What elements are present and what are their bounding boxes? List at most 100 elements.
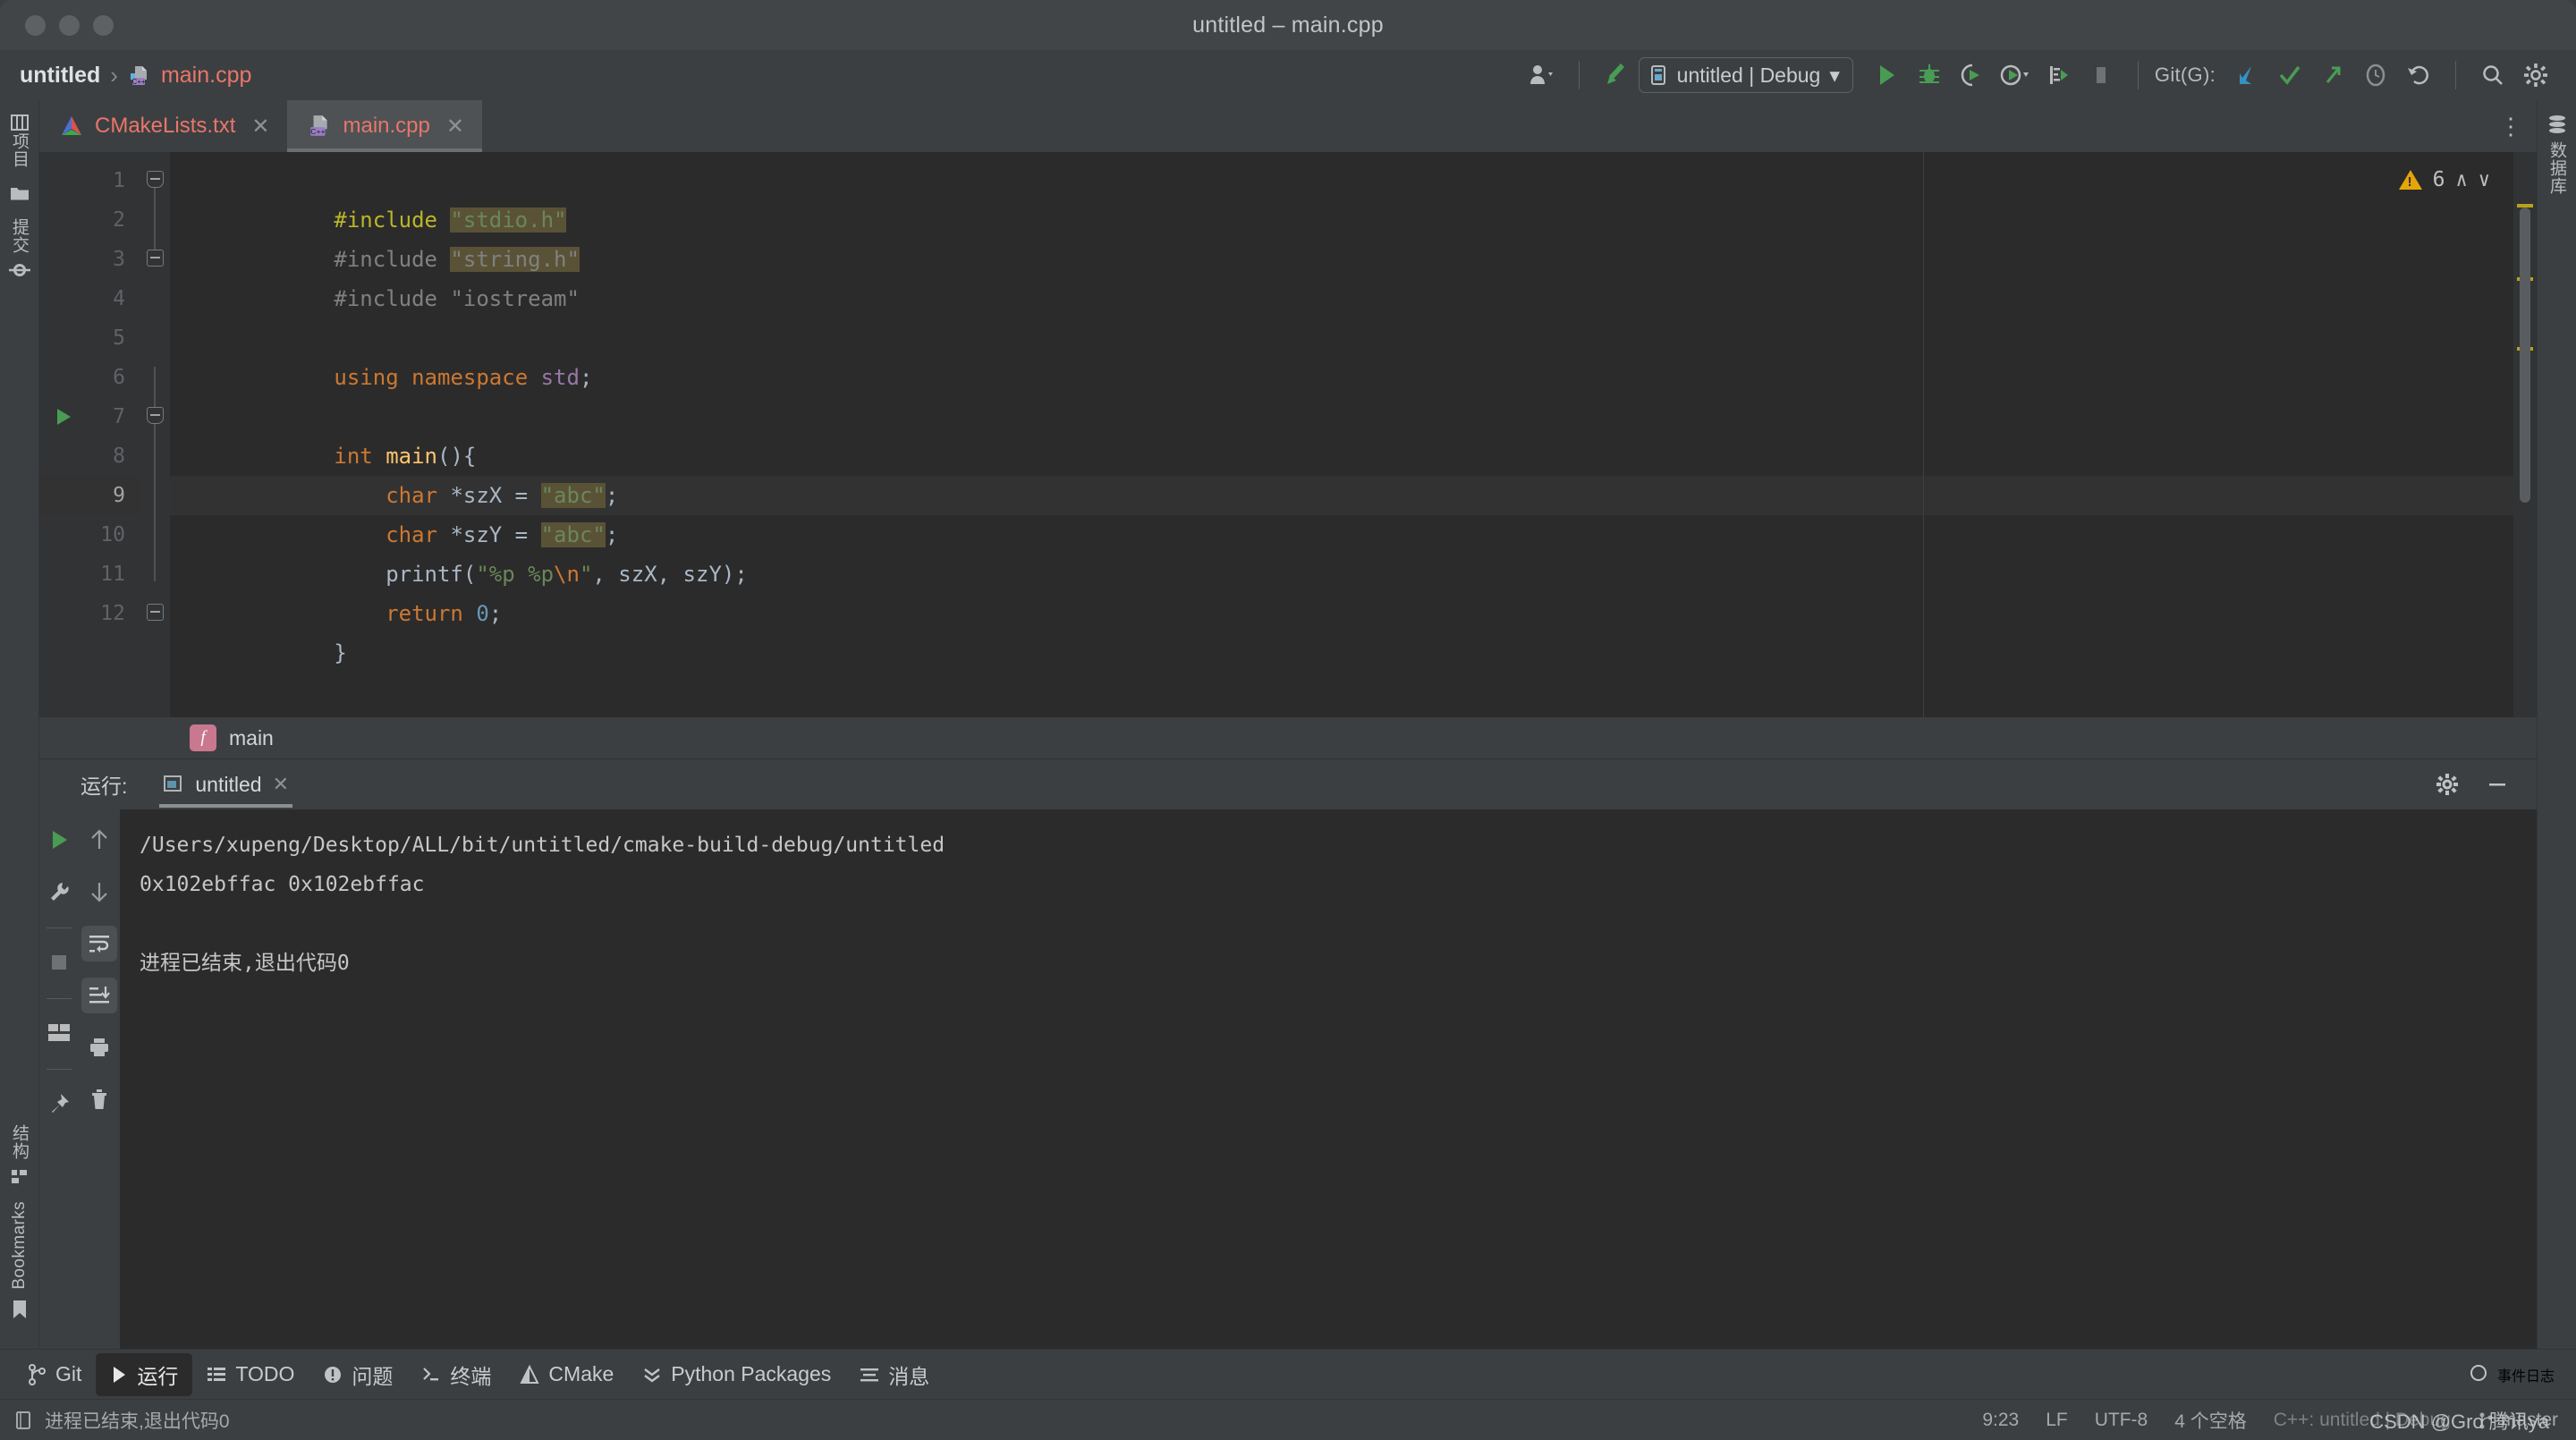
code-token: 0 bbox=[476, 601, 489, 626]
run-with-coverage-button[interactable] bbox=[1952, 55, 1993, 96]
caret-position[interactable]: 9:23 bbox=[1982, 1410, 2019, 1431]
editor-structure-breadcrumb[interactable]: f main bbox=[39, 717, 2537, 758]
line-separator[interactable]: LF bbox=[2046, 1410, 2068, 1431]
settings-button[interactable] bbox=[2515, 55, 2556, 96]
minimize-window-button[interactable] bbox=[59, 14, 80, 36]
sidebar-item-project[interactable]: 项目 bbox=[7, 113, 31, 168]
search-everywhere-button[interactable] bbox=[2472, 55, 2513, 96]
minimize-icon[interactable] bbox=[2485, 772, 2510, 797]
stop-button[interactable] bbox=[41, 944, 77, 980]
tool-window-button-run[interactable]: 运行 bbox=[96, 1352, 193, 1396]
modify-run-config-button[interactable] bbox=[41, 874, 77, 910]
run-button[interactable] bbox=[1866, 55, 1907, 96]
database-icon bbox=[2546, 114, 2568, 134]
run-tab-untitled[interactable]: untitled ✕ bbox=[150, 759, 301, 809]
run-config-icon bbox=[163, 774, 184, 795]
error-stripe-scrollbar[interactable] bbox=[2513, 152, 2537, 717]
event-log-button[interactable]: 事件日志 bbox=[2469, 1364, 2576, 1385]
git-history-button[interactable] bbox=[2355, 55, 2396, 96]
git-push-button[interactable] bbox=[2312, 55, 2353, 96]
line-number-gutter[interactable]: 1 2 3 4 5 6 7 8 9 10 11 12 bbox=[39, 152, 140, 717]
sidebar-item-commit-label: 提交 bbox=[10, 218, 29, 254]
console-line: 0x102ebffac 0x102ebffac bbox=[140, 873, 425, 896]
git-branch-icon bbox=[2478, 1411, 2494, 1429]
close-window-button[interactable] bbox=[25, 14, 46, 36]
scroll-to-end-button[interactable] bbox=[81, 978, 117, 1013]
sidebar-item-database[interactable]: 数据库 bbox=[2545, 114, 2569, 195]
toolchain-config[interactable]: C++: untitled | Debug bbox=[2274, 1410, 2451, 1431]
editor-tab-maincpp[interactable]: C++ main.cpp ✕ bbox=[287, 100, 482, 152]
svg-text:C++: C++ bbox=[311, 127, 326, 136]
breadcrumb-project[interactable]: untitled bbox=[20, 63, 100, 89]
attach-process-button[interactable] bbox=[2038, 55, 2079, 96]
fold-toggle-icon[interactable] bbox=[147, 407, 164, 424]
console-output[interactable]: /Users/xupeng/Desktop/ALL/bit/untitled/c… bbox=[120, 809, 2537, 1349]
warning-icon bbox=[2398, 170, 2422, 190]
run-gutter-icon[interactable] bbox=[57, 409, 71, 425]
stop-button[interactable] bbox=[2080, 55, 2122, 96]
sidebar-item-bookmarks[interactable]: Bookmarks bbox=[10, 1201, 30, 1320]
play-icon bbox=[110, 1365, 128, 1385]
window-controls[interactable] bbox=[25, 14, 114, 36]
code-area[interactable]: #include "stdio.h" #include "string.h" #… bbox=[170, 152, 2537, 717]
fold-toggle-icon[interactable] bbox=[147, 604, 164, 621]
clear-all-button[interactable] bbox=[81, 1081, 117, 1117]
fold-toggle-icon[interactable] bbox=[147, 171, 164, 188]
tool-window-button-problems[interactable]: 问题 bbox=[309, 1353, 407, 1396]
tool-window-button-todo[interactable]: TODO bbox=[192, 1353, 309, 1396]
tool-window-button-git[interactable]: Git bbox=[13, 1353, 96, 1396]
fold-toggle-icon[interactable] bbox=[147, 250, 164, 267]
chevron-down-icon[interactable]: ▾ bbox=[1829, 64, 1840, 88]
cpp-file-icon: C++ bbox=[307, 114, 332, 139]
close-icon[interactable]: ✕ bbox=[446, 114, 464, 140]
git-rollback-button[interactable] bbox=[2398, 55, 2439, 96]
run-tool-window: 运行: untitled ✕ /Users/xupeng/Desktop/ALL… bbox=[39, 758, 2537, 1349]
line-number: 6 bbox=[113, 366, 125, 389]
tool-window-button-cmake[interactable]: CMake bbox=[505, 1353, 628, 1396]
next-occurrence-button[interactable] bbox=[81, 874, 117, 910]
inspection-widget[interactable]: 6 ∧ ∨ bbox=[2398, 168, 2490, 191]
more-options-icon[interactable]: ⋮ bbox=[2499, 113, 2522, 140]
tool-window-button-messages[interactable]: 消息 bbox=[845, 1353, 944, 1396]
close-icon[interactable]: ✕ bbox=[251, 114, 269, 140]
close-icon[interactable]: ✕ bbox=[273, 773, 289, 796]
line-number: 2 bbox=[113, 208, 125, 232]
git-branch-widget[interactable]: master bbox=[2478, 1410, 2558, 1431]
user-avatar-button[interactable] bbox=[1521, 55, 1563, 96]
left-rail-bottom: 结构 Bookmarks bbox=[0, 1124, 38, 1336]
sidebar-item-commit[interactable]: 提交 bbox=[7, 218, 31, 279]
sidebar-item-folder[interactable] bbox=[9, 184, 30, 202]
tool-window-button-terminal[interactable]: 终端 bbox=[407, 1353, 505, 1396]
file-encoding[interactable]: UTF-8 bbox=[2095, 1410, 2148, 1431]
code-editor[interactable]: 1 2 3 4 5 6 7 8 9 10 11 12 #include "std… bbox=[39, 152, 2537, 717]
document-icon[interactable] bbox=[14, 1410, 32, 1430]
code-token: \n bbox=[554, 562, 580, 587]
sidebar-item-structure-label: 结构 bbox=[10, 1124, 29, 1161]
editor-tab-cmakelists[interactable]: CMakeLists.txt ✕ bbox=[39, 100, 287, 152]
build-button[interactable] bbox=[1596, 55, 1637, 96]
run-configuration-selector[interactable]: untitled | Debug ▾ bbox=[1638, 57, 1853, 93]
layout-button[interactable] bbox=[41, 1015, 77, 1051]
zoom-window-button[interactable] bbox=[93, 14, 114, 36]
scrollbar-thumb[interactable] bbox=[2520, 208, 2530, 503]
right-margin-guide bbox=[1923, 152, 1924, 717]
soft-wrap-button[interactable] bbox=[81, 926, 117, 961]
debug-button[interactable] bbox=[1909, 55, 1950, 96]
breadcrumb-file[interactable]: main.cpp bbox=[161, 63, 251, 89]
rerun-button[interactable] bbox=[41, 822, 77, 858]
code-folding-gutter[interactable] bbox=[140, 152, 170, 717]
print-button[interactable] bbox=[81, 1029, 117, 1065]
git-update-button[interactable] bbox=[2226, 55, 2267, 96]
gear-icon[interactable] bbox=[2435, 772, 2460, 797]
chevron-down-icon[interactable]: ∨ bbox=[2479, 169, 2490, 191]
sidebar-item-structure[interactable]: 结构 bbox=[7, 1124, 31, 1185]
chevron-up-icon[interactable]: ∧ bbox=[2456, 169, 2468, 191]
indent-setting[interactable]: 4 个空格 bbox=[2174, 1407, 2247, 1434]
run-tool-window-header: 运行: untitled ✕ bbox=[39, 759, 2537, 809]
pin-tab-button[interactable] bbox=[41, 1086, 77, 1122]
tool-window-button-python-packages[interactable]: Python Packages bbox=[628, 1353, 845, 1396]
prev-occurrence-button[interactable] bbox=[81, 822, 117, 858]
profile-button[interactable] bbox=[1995, 55, 2036, 96]
git-commit-button[interactable] bbox=[2269, 55, 2310, 96]
